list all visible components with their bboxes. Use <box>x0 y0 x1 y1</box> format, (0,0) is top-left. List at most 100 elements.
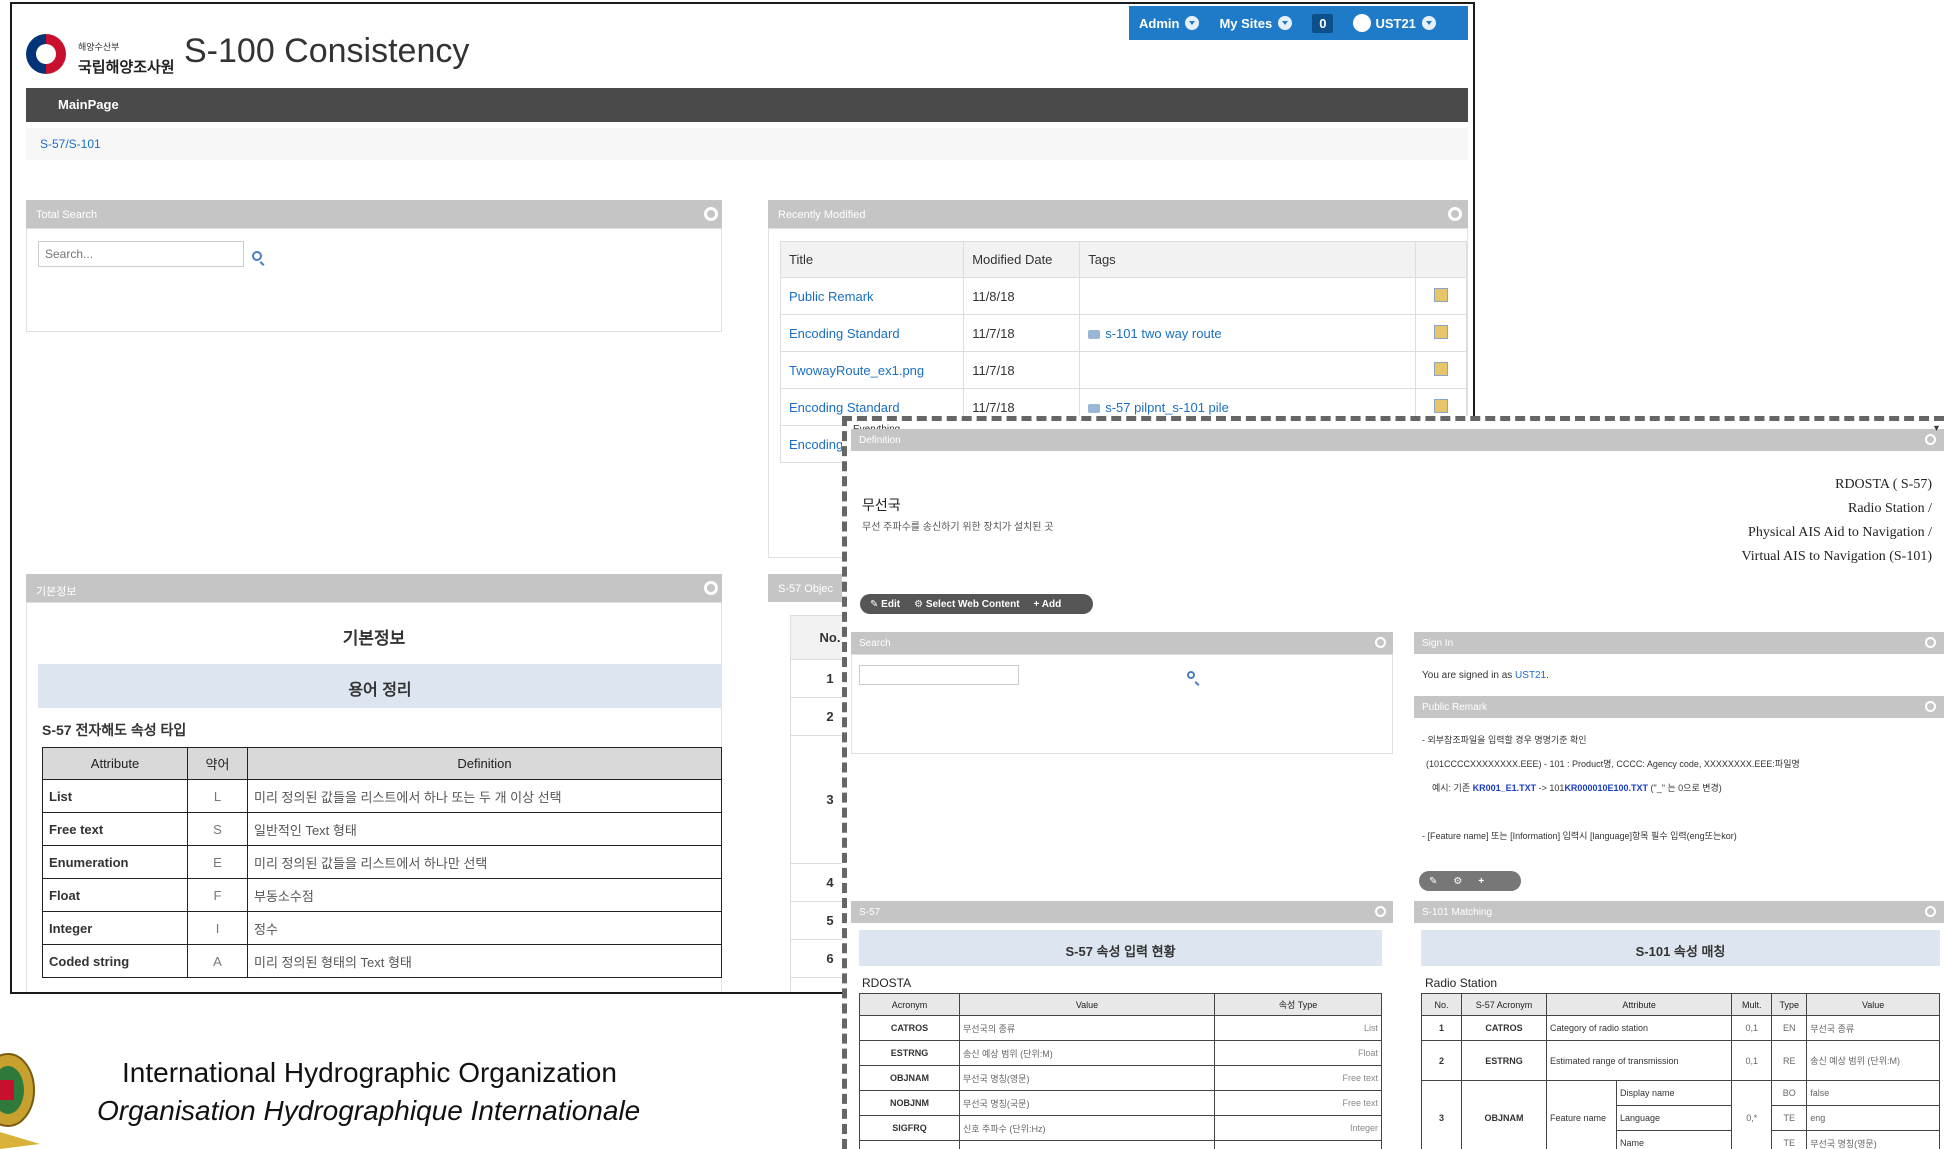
value: 무선국 명칭(영문) <box>959 1065 1215 1091</box>
pencil-icon[interactable]: ✎ <box>1429 876 1437 887</box>
sign-in-status: You are signed in as UST21. <box>1422 670 1549 681</box>
column-header: 약어 <box>187 747 248 780</box>
attribute-name: Float <box>42 878 188 912</box>
attribute-type: Integer <box>1214 1115 1382 1141</box>
nav-main-page[interactable]: MainPage <box>58 97 119 112</box>
sign-in-user-link[interactable]: UST21 <box>1515 670 1546 681</box>
gear-icon[interactable] <box>1925 906 1936 917</box>
gear-icon[interactable] <box>704 581 718 595</box>
plus-icon[interactable]: + <box>1478 876 1484 887</box>
column-header: Modified Date <box>963 241 1081 278</box>
s101-header: S-101 Matching <box>1414 901 1944 923</box>
gear-icon[interactable] <box>704 207 718 221</box>
gear-icon[interactable] <box>1448 207 1462 221</box>
gear-icon[interactable] <box>1925 701 1936 712</box>
gear-icon[interactable] <box>1925 434 1936 445</box>
s101-heading: S-101 속성 매칭 <box>1421 930 1940 966</box>
remark-example-arrow: -> 101 <box>1536 783 1565 793</box>
type: BO <box>1771 1080 1808 1106</box>
row-title-link[interactable]: TwowayRoute_ex1.png <box>789 363 924 378</box>
edit-icon[interactable] <box>1434 324 1449 339</box>
select-web-content-label: Select Web Content <box>925 598 1020 610</box>
remark-line: - [Feature name] 또는 [Information] 입력시 [l… <box>1422 831 1737 841</box>
value: 무선국 명칭(국문) <box>959 1090 1215 1116</box>
attribute-abbr: E <box>187 845 248 879</box>
acronym: NOBJNM <box>859 1090 960 1116</box>
row-number: 2 <box>1421 1040 1462 1081</box>
mapping-line: Radio Station / <box>1848 501 1932 516</box>
row-title-link[interactable]: Encoding <box>789 437 843 452</box>
search-icon[interactable] <box>252 251 262 261</box>
multiplicity: 0,1 <box>1731 1015 1773 1041</box>
my-sites-menu[interactable]: My Sites <box>1209 6 1302 40</box>
breadcrumb-link[interactable]: S-57/S-101 <box>40 137 101 151</box>
remark-example-prefix: 예시: 기존 <box>1432 783 1473 793</box>
row-tag-link[interactable]: s-57 pilpnt_s-101 pile <box>1105 400 1229 415</box>
sign-in-text: You are signed in as <box>1422 670 1516 681</box>
search-input[interactable] <box>859 665 1019 685</box>
row-title-link[interactable]: Encoding Standard <box>789 326 900 341</box>
edit-icon[interactable] <box>1434 361 1449 376</box>
basic-info-panel-title: 기본정보 <box>36 586 77 598</box>
row-number: 3 <box>1421 1080 1462 1149</box>
table-row: NOBJNM 무선국 명칭(국문) Free text <box>859 1090 1382 1116</box>
admin-menu[interactable]: Admin <box>1129 6 1209 40</box>
gear-icon[interactable] <box>1375 906 1386 917</box>
edit-button[interactable]: ✎ Edit <box>870 599 900 610</box>
definition-toolbar: ✎ Edit ⚙ Select Web Content + Add <box>860 594 1093 614</box>
acronym: ESTRNG <box>859 1040 960 1066</box>
multiplicity: 0,* <box>1731 1080 1773 1149</box>
value: 신호 주파수 (단위:Hz) <box>959 1115 1215 1141</box>
column-header: Value <box>1806 993 1940 1016</box>
attribute-definition: 부동소수점 <box>247 878 722 912</box>
remark-line: (101CCCCXXXXXXXX.EEE) - 101 : Product명, … <box>1426 759 1800 769</box>
sign-in-title: Sign In <box>1422 638 1454 649</box>
recently-modified-title: Recently Modified <box>778 209 866 221</box>
select-web-content-button[interactable]: ⚙ Select Web Content <box>914 599 1019 610</box>
user-menu[interactable]: UST21 <box>1343 6 1445 40</box>
s101-matching-table: No. S-57 Acronym Attribute Mult. Type Va… <box>1421 993 1940 1149</box>
definition-description: 무선 주파수를 송신하기 위한 장치가 설치된 곳 <box>862 522 1054 533</box>
column-header: Value <box>959 993 1215 1016</box>
search-title: Search <box>859 638 891 649</box>
table-row: SIGFRQ 신호 주파수 (단위:Hz) Integer <box>859 1115 1382 1141</box>
edit-icon[interactable] <box>1434 287 1449 302</box>
gear-icon[interactable] <box>1375 637 1386 648</box>
table-row: Float F 부동소수점 <box>42 878 722 912</box>
s101-title: S-101 Matching <box>1422 907 1493 918</box>
column-header: 속성 Type <box>1214 993 1382 1016</box>
table-row: OBJNAM 무선국 명칭(영문) Free text <box>859 1065 1382 1091</box>
type: RE <box>1771 1040 1808 1081</box>
acronym: ESTRNG <box>1461 1040 1547 1081</box>
search-icon[interactable] <box>1187 671 1195 679</box>
attribute-abbr: L <box>187 779 248 813</box>
sub-attribute: Language <box>1615 1105 1733 1131</box>
row-title-link[interactable]: Encoding Standard <box>789 400 900 415</box>
total-search-input[interactable] <box>38 241 244 267</box>
column-header: Attribute <box>1545 993 1733 1016</box>
table-row: ESTRNG 송신 예상 범위 (단위:M) Float <box>859 1040 1382 1066</box>
gear-icon[interactable] <box>1925 637 1936 648</box>
add-button[interactable]: + Add <box>1034 599 1062 610</box>
value: 송신 예상 범위 (단위:M) <box>1806 1040 1940 1081</box>
value: 무선국의 종류 <box>959 1015 1215 1041</box>
navigation-bar: MainPage <box>26 88 1468 122</box>
row-date: 11/7/18 <box>963 351 1081 389</box>
attribute-type: Free text <box>1214 1090 1382 1116</box>
row-tag-link[interactable]: s-101 two way route <box>1105 326 1221 341</box>
row-title-link[interactable]: Public Remark <box>789 289 874 304</box>
acronym: CATROS <box>859 1015 960 1041</box>
s57-objects-title: S-57 Objec <box>778 583 834 595</box>
edit-icon[interactable] <box>1434 398 1449 413</box>
table-row: List L 미리 정의된 값들을 리스트에서 하나 또는 두 개 이상 선택 <box>42 779 722 813</box>
type: EN <box>1771 1015 1808 1041</box>
attribute-definition: 일반적인 Text 형태 <box>247 812 722 846</box>
chevron-down-icon <box>1278 16 1293 30</box>
definition-title: Definition <box>859 435 901 446</box>
khoa-logo-icon <box>26 34 66 74</box>
s57-title: S-57 <box>859 907 881 918</box>
table-row: 3 OBJNAM Feature name Display name 0,* B… <box>1421 1080 1940 1149</box>
notifications-button[interactable]: 0 <box>1302 6 1343 40</box>
iho-emblem-icon <box>0 1053 40 1149</box>
gear-icon[interactable]: ⚙ <box>1453 876 1462 887</box>
